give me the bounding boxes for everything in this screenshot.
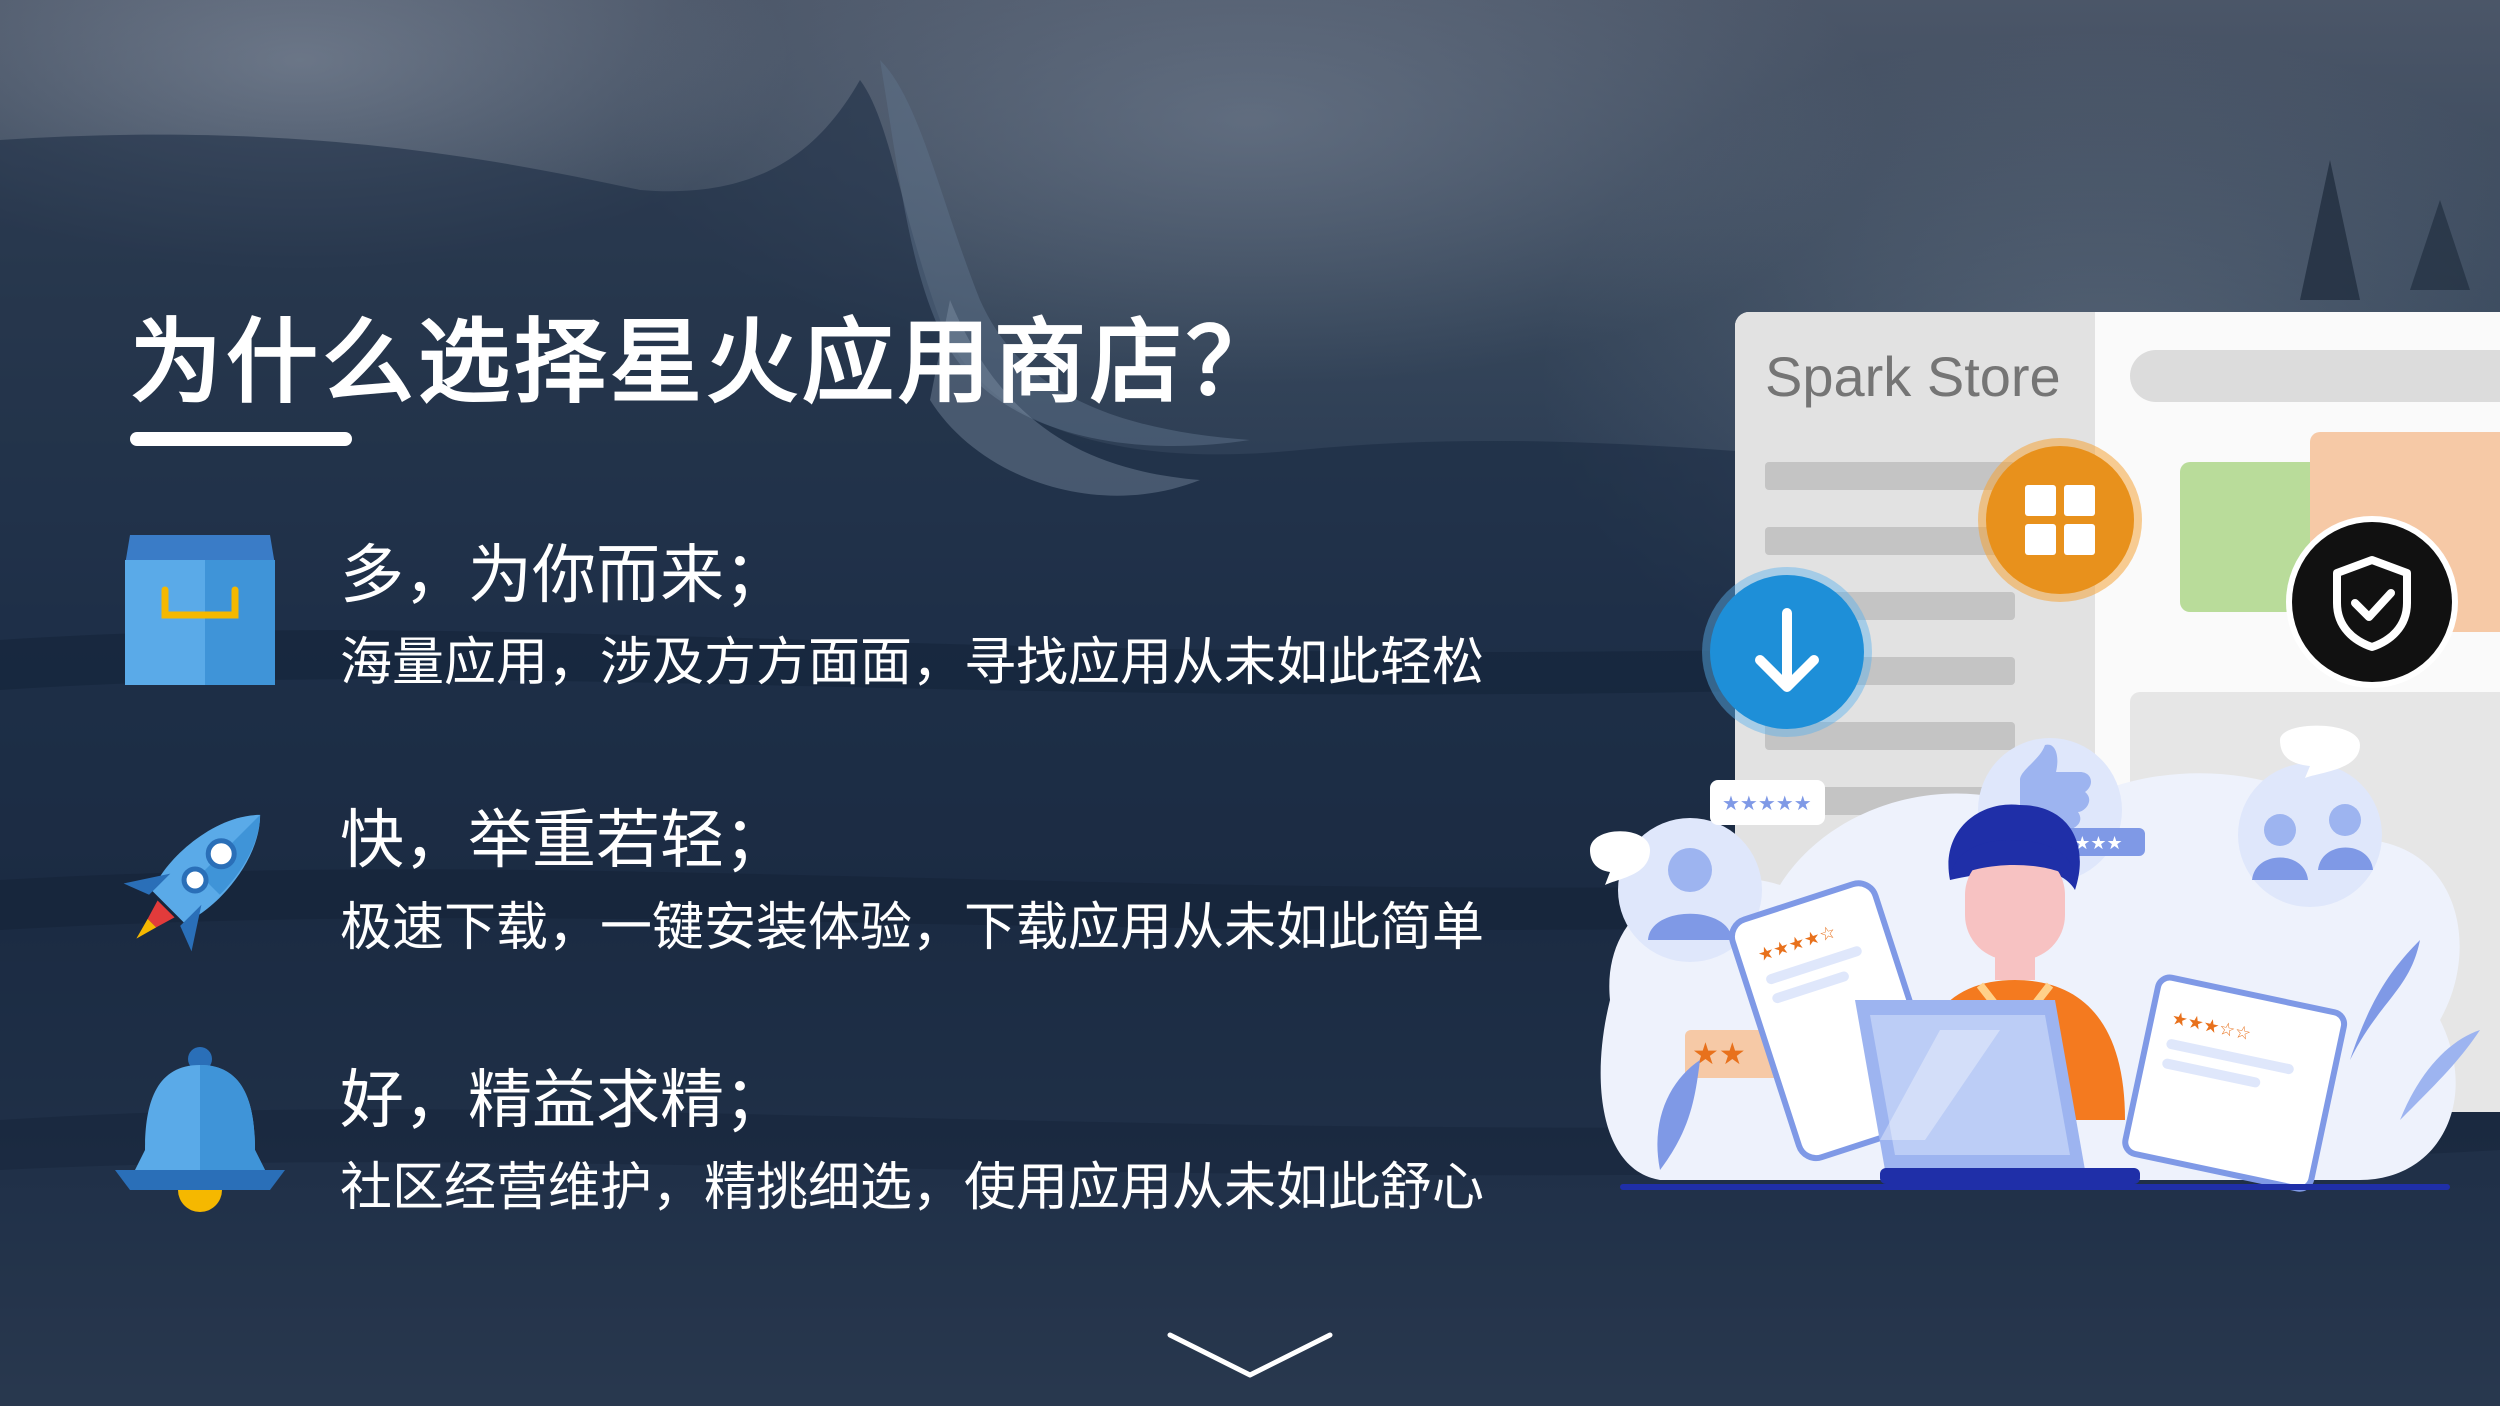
feature-description: 海量应用，涉及方方面面，寻找应用从未如此轻松	[340, 633, 1485, 693]
feature-item-good: 好，精益求精； 社区经营维护，精挑细选，使用应用从未如此舒心	[0, 1045, 1600, 1245]
chevron-down-icon[interactable]	[1165, 1325, 1335, 1385]
feature-description: 社区经营维护，精挑细选，使用应用从未如此舒心	[340, 1158, 1485, 1218]
feature-heading: 多，为你而来；	[340, 539, 788, 613]
app-grid-icon	[1975, 435, 2145, 605]
feature-item-fast: 快，举重若轻； 极速下载，一键安装体验，下载应用从未如此简单	[0, 785, 1600, 985]
shield-check-icon	[2285, 515, 2460, 690]
shopping-bag-icon	[110, 520, 290, 700]
page-title: 为什么选择星火应用商店？	[130, 309, 1283, 416]
svg-text:★★: ★★	[1692, 1037, 1746, 1072]
feature-description: 极速下载，一键安装体验，下载应用从未如此简单	[340, 898, 1485, 958]
rocket-icon	[110, 785, 290, 965]
feature-heading: 快，举重若轻；	[340, 804, 788, 878]
bell-icon	[110, 1045, 290, 1225]
developer-illustration: ★★★★★ ★★★★★ ★★ ★★★★☆ ★★★☆☆	[1580, 700, 2500, 1260]
feature-heading: 好，精益求精；	[340, 1064, 788, 1138]
feature-item-many: 多，为你而来； 海量应用，涉及方方面面，寻找应用从未如此轻松	[0, 520, 1600, 720]
store-brand: Spark Store	[1765, 345, 2061, 408]
title-underline	[130, 432, 352, 446]
store-search-bar	[2130, 350, 2500, 402]
spark-store-illustration: Spark Store ★★★★★ ★★★★★ ★★ ★★★★☆ ★★★☆☆	[1580, 300, 2500, 1260]
svg-text:★★★★★: ★★★★★	[1722, 791, 1812, 815]
